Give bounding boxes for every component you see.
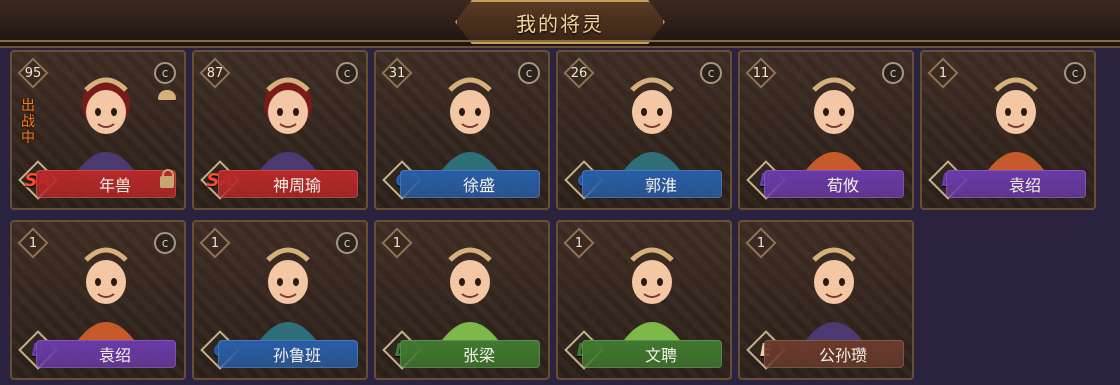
name-plate: 年兽 <box>36 170 176 198</box>
name-plate: 神周瑜 <box>218 170 358 198</box>
hero-name: 徐盛 <box>462 176 495 195</box>
hero-card[interactable]: 1 c C 孙鲁班 <box>192 220 368 380</box>
hero-name: 神周瑜 <box>272 176 321 195</box>
name-plate: 徐盛 <box>400 170 540 198</box>
level-text: 1 <box>28 235 38 251</box>
level-badge: 31 <box>382 58 412 88</box>
portrait-image <box>78 247 134 340</box>
hero-name: 袁绍 <box>1008 176 1041 195</box>
hero-name: 袁绍 <box>98 346 131 365</box>
portrait-image <box>806 247 862 340</box>
page-title: 我的将灵 <box>516 11 604 36</box>
hero-card[interactable]: 1 D 文聘 <box>556 220 732 380</box>
level-badge: 1 <box>746 228 776 258</box>
level-badge: 95 <box>18 58 48 88</box>
level-badge: 1 <box>382 228 412 258</box>
hero-name: 孙鲁班 <box>272 346 321 365</box>
name-plate: 公孙瓒 <box>764 340 904 368</box>
c-coin-icon: c <box>154 62 176 84</box>
status-badge: 出战中 <box>21 98 35 146</box>
name-plate: 袁绍 <box>946 170 1086 198</box>
hero-card[interactable]: 11 c B 荀攸 <box>738 50 914 210</box>
c-coin-icon: c <box>336 232 358 254</box>
portrait-image <box>442 77 498 170</box>
portrait-image <box>806 77 862 170</box>
level-badge: 1 <box>928 58 958 88</box>
c-coin-icon: c <box>154 232 176 254</box>
level-text: 26 <box>570 65 588 81</box>
hero-card[interactable]: 87 c SA 神周瑜 <box>192 50 368 210</box>
hero-name: 荀攸 <box>826 176 859 195</box>
hero-name: 张梁 <box>462 346 495 365</box>
level-badge: 11 <box>746 58 776 88</box>
title-plate: 我的将灵 <box>455 0 665 44</box>
portrait-image <box>260 247 316 340</box>
hero-card[interactable]: 1 E 公孙瓒 <box>738 220 914 380</box>
level-text: 95 <box>24 65 42 81</box>
name-plate: 张梁 <box>400 340 540 368</box>
hero-card[interactable]: 95 c 出战中 SA 年兽 <box>10 50 186 210</box>
level-badge: 87 <box>200 58 230 88</box>
name-plate: 文聘 <box>582 340 722 368</box>
hero-name: 郭淮 <box>644 176 677 195</box>
level-text: 1 <box>574 235 584 251</box>
level-text: 1 <box>210 235 220 251</box>
c-coin-icon: c <box>518 62 540 84</box>
level-text: 1 <box>392 235 402 251</box>
portrait-image <box>260 77 316 170</box>
name-plate: 孙鲁班 <box>218 340 358 368</box>
portrait-image <box>988 77 1044 170</box>
lock-icon <box>160 169 174 188</box>
card-grid: 95 c 出战中 SA 年兽 87 c SA 神周瑜 31 c C 徐盛 26 … <box>10 50 1110 380</box>
level-text: 87 <box>206 65 224 81</box>
level-text: 31 <box>388 65 406 81</box>
name-plate: 荀攸 <box>764 170 904 198</box>
hero-name: 公孙瓒 <box>818 346 867 365</box>
portrait-image <box>624 247 680 340</box>
name-plate: 袁绍 <box>36 340 176 368</box>
level-badge: 1 <box>564 228 594 258</box>
level-text: 1 <box>756 235 766 251</box>
level-badge: 26 <box>564 58 594 88</box>
level-text: 11 <box>752 65 770 81</box>
level-badge: 1 <box>18 228 48 258</box>
hero-card[interactable]: 31 c C 徐盛 <box>374 50 550 210</box>
hero-name: 年兽 <box>98 176 131 195</box>
level-text: 1 <box>938 65 948 81</box>
portrait-image <box>442 247 498 340</box>
c-coin-icon: c <box>700 62 722 84</box>
name-plate: 郭淮 <box>582 170 722 198</box>
hero-card[interactable]: 26 c C 郭淮 <box>556 50 732 210</box>
hero-card[interactable]: 1 c B 袁绍 <box>920 50 1096 210</box>
hero-name: 文聘 <box>644 346 677 365</box>
c-coin-icon: c <box>882 62 904 84</box>
level-badge: 1 <box>200 228 230 258</box>
portrait-image <box>78 77 134 170</box>
portrait-image <box>624 77 680 170</box>
hat-icon <box>158 90 176 100</box>
hero-card[interactable]: 1 c B 袁绍 <box>10 220 186 380</box>
top-bar: 我的将灵 <box>0 0 1120 48</box>
c-coin-icon: c <box>336 62 358 84</box>
hero-card[interactable]: 1 D 张梁 <box>374 220 550 380</box>
c-coin-icon: c <box>1064 62 1086 84</box>
